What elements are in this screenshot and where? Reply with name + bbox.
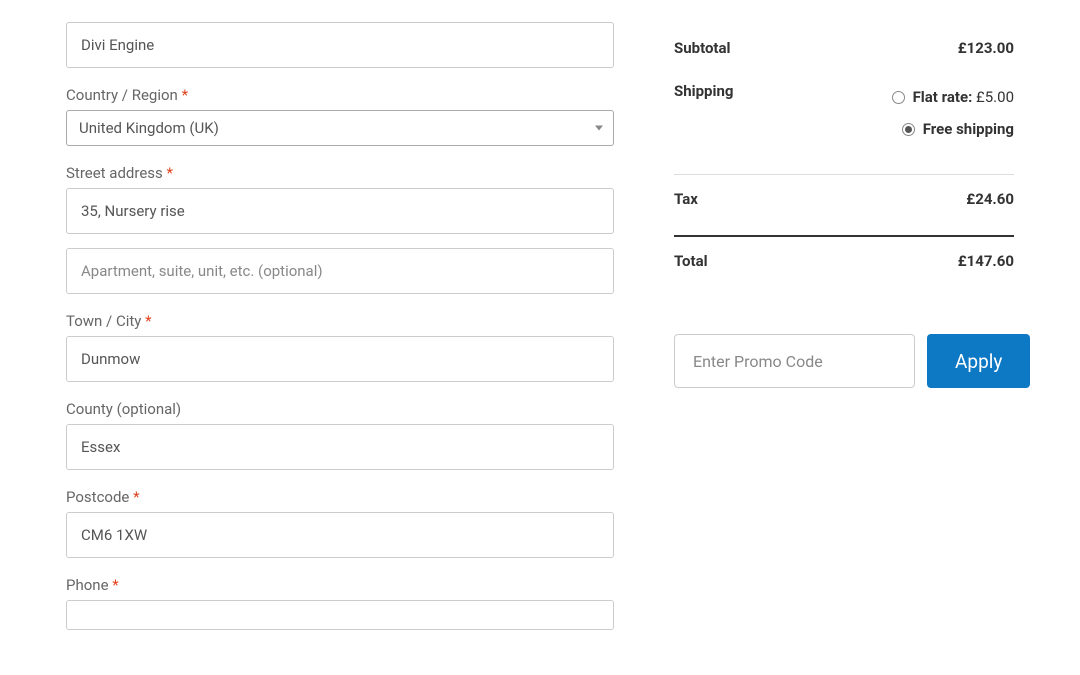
divider-thick [674,235,1014,237]
city-label: Town / City * [66,312,614,330]
country-label-text: Country / Region [66,86,178,104]
tax-row: Tax £24.60 [674,181,1014,217]
billing-form: Country / Region * United Kingdom (UK) S… [66,0,614,636]
country-selected-value: United Kingdom (UK) [79,119,219,137]
total-row: Total £147.60 [674,243,1014,279]
required-mark: * [145,312,151,330]
apply-button[interactable]: Apply [927,334,1030,388]
street1-input[interactable] [66,188,614,234]
street-label: Street address * [66,164,614,182]
subtotal-row: Subtotal £123.00 [674,30,1014,66]
postcode-input[interactable] [66,512,614,558]
radio-icon [902,123,915,136]
county-label: County (optional) [66,400,614,418]
phone-input[interactable] [66,600,614,630]
shipping-flat-price: £5.00 [976,88,1014,106]
radio-icon [892,91,905,104]
required-mark: * [133,488,139,506]
subtotal-label: Subtotal [674,39,731,57]
city-label-text: Town / City [66,312,141,330]
required-mark: * [112,576,118,594]
county-input[interactable] [66,424,614,470]
promo-input[interactable] [674,334,915,388]
city-input[interactable] [66,336,614,382]
country-select[interactable]: United Kingdom (UK) [66,110,614,146]
shipping-free-label: Free shipping [923,114,1014,146]
street-label-text: Street address [66,164,163,182]
required-mark: * [167,164,173,182]
shipping-flat-label: Flat rate: [913,88,973,106]
company-field-wrap [66,22,614,68]
chevron-down-icon [595,126,603,131]
required-mark: * [182,86,188,104]
shipping-options: Flat rate: £5.00 Free shipping [892,82,1014,145]
county-label-text: County (optional) [66,400,181,418]
street2-input[interactable] [66,248,614,294]
promo-row: Apply [674,334,1014,388]
subtotal-value: £123.00 [958,39,1014,57]
phone-label: Phone * [66,576,614,594]
country-label: Country / Region * [66,86,614,104]
shipping-row: Shipping Flat rate: £5.00 Free shipping [674,66,1014,154]
postcode-label-text: Postcode [66,488,129,506]
shipping-label: Shipping [674,82,733,100]
tax-value: £24.60 [966,190,1014,208]
postcode-label: Postcode * [66,488,614,506]
order-summary: Subtotal £123.00 Shipping Flat rate: £5.… [674,0,1014,636]
company-input[interactable] [66,22,614,68]
total-value: £147.60 [958,252,1014,270]
shipping-free-option[interactable]: Free shipping [892,114,1014,146]
divider [674,174,1014,175]
phone-label-text: Phone [66,576,109,594]
tax-label: Tax [674,190,698,208]
total-label: Total [674,252,708,270]
shipping-flat-option[interactable]: Flat rate: £5.00 [892,82,1014,114]
